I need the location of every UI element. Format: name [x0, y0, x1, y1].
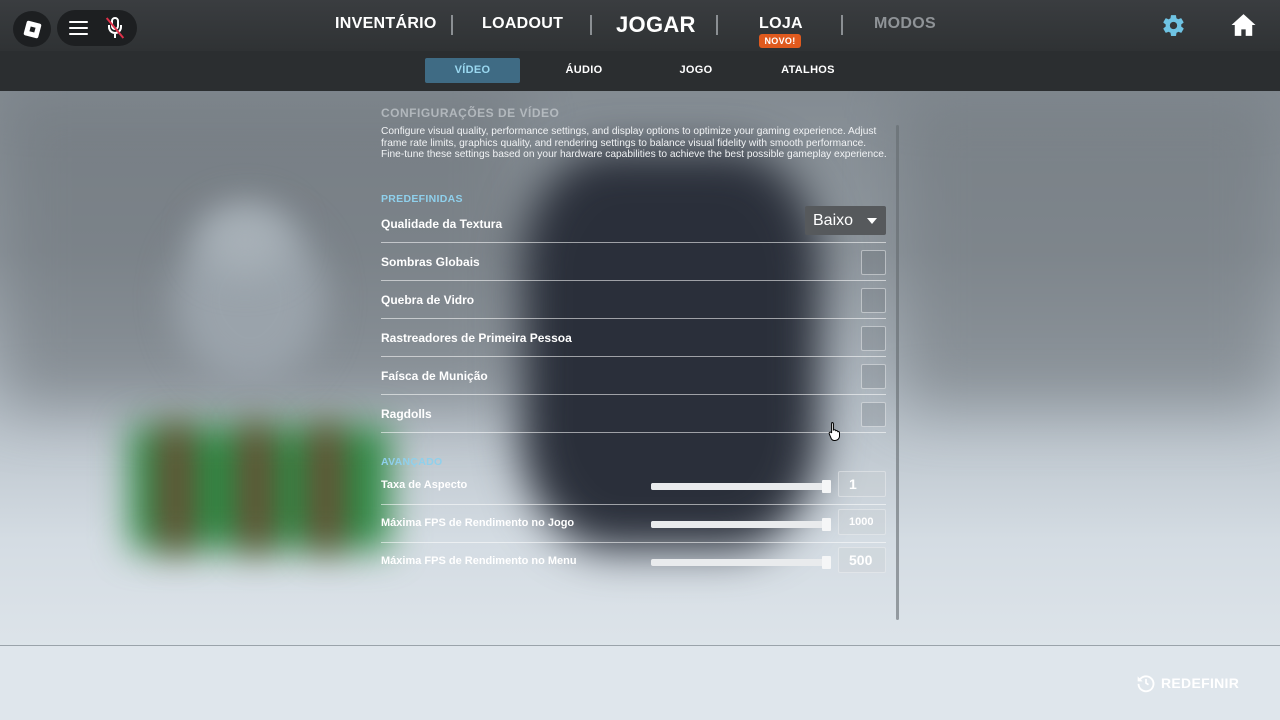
fps-game-value[interactable]: 1000: [838, 509, 886, 535]
texture-quality-value: Baixo: [813, 212, 854, 229]
slider-fill: [651, 559, 831, 566]
panel-description: Configure visual quality, performance se…: [381, 126, 887, 160]
first-person-tracers-checkbox[interactable]: [861, 326, 886, 351]
toggle-label: Ragdolls: [381, 407, 432, 421]
tab-jogo[interactable]: JOGO: [665, 58, 727, 83]
nav-modos[interactable]: MODOS: [874, 15, 936, 33]
menu-icon[interactable]: [69, 21, 88, 35]
toggle-label: Quebra de Vidro: [381, 293, 475, 307]
slider-row: Máxima FPS de Rendimento no Jogo 1000: [381, 505, 886, 543]
toggle-row: Sombras Globais: [381, 243, 886, 281]
nav-divider: [841, 15, 843, 35]
tab-video[interactable]: VÍDEO: [425, 58, 520, 83]
settings-tab-bar: [0, 51, 1280, 91]
toggle-label: Rastreadores de Primeira Pessoa: [381, 331, 572, 345]
reset-clock-icon: [1137, 675, 1155, 693]
slider-row: Máxima FPS de Rendimento no Menu 500: [381, 543, 886, 581]
chevron-down-icon: [867, 218, 877, 224]
nav-divider: [590, 15, 592, 35]
hand-cursor-icon: [828, 421, 840, 441]
aspect-ratio-value[interactable]: 1: [838, 471, 886, 497]
toggle-row: Faísca de Munição: [381, 357, 886, 395]
reset-button[interactable]: REDEFINIR: [1136, 673, 1239, 693]
panel-scrollbar[interactable]: [896, 125, 899, 620]
toggle-row: Ragdolls: [381, 395, 886, 433]
tab-atalhos[interactable]: ATALHOS: [770, 58, 846, 83]
nav-inventario[interactable]: INVENTÁRIO: [335, 15, 437, 33]
ammo-spark-checkbox[interactable]: [861, 364, 886, 389]
slider-handle[interactable]: [822, 518, 831, 531]
fps-game-slider[interactable]: [651, 518, 831, 531]
toggle-label: Faísca de Munição: [381, 369, 488, 383]
texture-quality-row: Qualidade da Textura Baixo: [381, 205, 886, 243]
slider-handle[interactable]: [822, 556, 831, 569]
toggle-row: Quebra de Vidro: [381, 281, 886, 319]
slider-fill: [651, 483, 831, 490]
slider-fill: [651, 521, 831, 528]
glass-break-checkbox[interactable]: [861, 288, 886, 313]
texture-quality-dropdown[interactable]: Baixo: [805, 206, 886, 235]
nav-loadout[interactable]: LOADOUT: [482, 15, 563, 33]
gear-icon[interactable]: [1161, 13, 1186, 38]
toggle-row: Rastreadores de Primeira Pessoa: [381, 319, 886, 357]
global-shadows-checkbox[interactable]: [861, 250, 886, 275]
nav-divider: [451, 15, 453, 35]
new-badge: NOVO!: [759, 34, 801, 48]
texture-quality-label: Qualidade da Textura: [381, 217, 503, 231]
tab-audio[interactable]: ÁUDIO: [548, 58, 620, 83]
mic-muted-icon[interactable]: [105, 17, 125, 39]
toggle-label: Sombras Globais: [381, 255, 480, 269]
roblox-logo-icon: [22, 19, 42, 39]
nav-jogar[interactable]: JOGAR: [616, 12, 696, 38]
presets-heading: PREDEFINIDAS: [381, 193, 463, 205]
slider-label: Máxima FPS de Rendimento no Jogo: [381, 517, 575, 529]
fps-menu-slider[interactable]: [651, 556, 831, 569]
slider-row: Taxa de Aspecto 1: [381, 467, 886, 505]
slider-label: Máxima FPS de Rendimento no Menu: [381, 555, 577, 567]
aspect-ratio-slider[interactable]: [651, 480, 831, 493]
home-icon[interactable]: [1230, 13, 1257, 37]
slider-label: Taxa de Aspecto: [381, 479, 468, 491]
reset-label: REDEFINIR: [1161, 675, 1240, 691]
nav-loja[interactable]: LOJA: [759, 15, 803, 33]
nav-divider: [716, 15, 718, 35]
top-nav-bar: INVENTÁRIO LOADOUT JOGAR LOJA NOVO! MODO…: [0, 0, 1280, 51]
slider-handle[interactable]: [822, 480, 831, 493]
ragdolls-checkbox[interactable]: [861, 402, 886, 427]
panel-title: CONFIGURAÇÕES DE VÍDEO: [381, 106, 560, 120]
roblox-menu-button[interactable]: [13, 11, 51, 47]
fps-menu-value[interactable]: 500: [838, 547, 886, 573]
